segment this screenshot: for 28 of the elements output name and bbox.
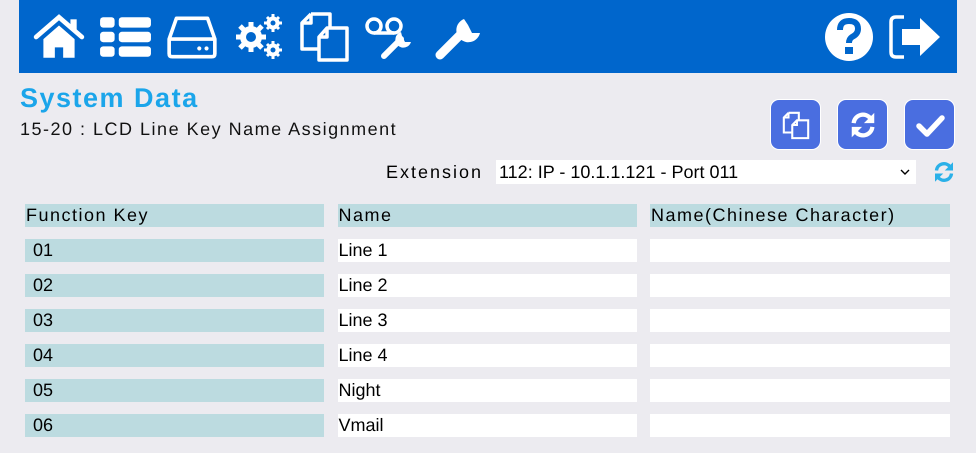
extension-dropdown[interactable]: 112: IP - 10.1.1.121 - Port 011 [496,160,916,184]
copy-button[interactable] [770,99,821,150]
function-key-cell: 06 [25,414,324,437]
chevron-down-icon [900,169,910,175]
page-title: System Data [20,83,200,113]
drive-icon[interactable] [165,14,219,60]
copy-icon[interactable] [299,10,351,62]
name-field[interactable]: Line 4 [338,344,636,367]
help-icon[interactable] [824,12,874,62]
function-key-cell: 03 [25,309,324,332]
column-header: Name(Chinese Character) [650,204,950,227]
save-button[interactable] [904,99,955,150]
column-header: Name [338,204,636,227]
page-subtitle: 15-20 : LCD Line Key Name Assignment [20,119,398,140]
function-key-cell: 02 [25,274,324,297]
refresh-button[interactable] [837,99,888,150]
extension-label: Extension [386,162,483,182]
name-field[interactable]: Vmail [338,414,636,437]
column-header: Function Key [25,204,324,227]
copy-icon [780,110,810,140]
name-field[interactable]: Line 1 [338,239,636,262]
name-field[interactable]: Line 2 [338,274,636,297]
function-key-cell: 01 [25,239,324,262]
home-icon[interactable] [33,14,85,60]
name-field[interactable]: Night [338,379,636,402]
function-key-cell: 05 [25,379,324,402]
name-field[interactable]: Line 3 [338,309,636,332]
function-key-cell: 04 [25,344,324,367]
